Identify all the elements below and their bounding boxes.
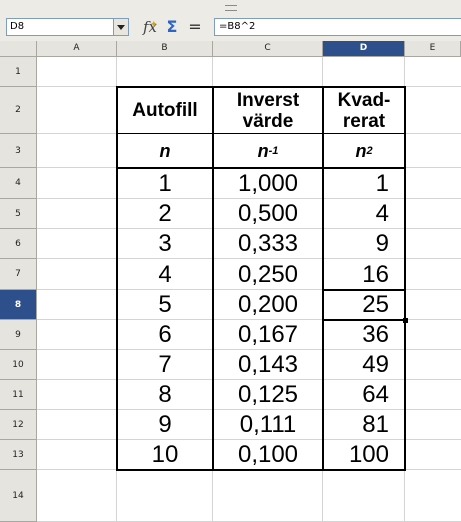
data-cell-inverse[interactable]: 0,100 — [213, 440, 323, 470]
data-cell-inverse[interactable]: 0,143 — [213, 350, 323, 380]
data-cell-square[interactable]: 64 — [323, 380, 405, 410]
row-header-1[interactable]: 1 — [0, 57, 37, 87]
data-cell-inverse[interactable]: 1,000 — [213, 168, 323, 199]
header-squared-line2: rerat — [342, 110, 386, 132]
row-header-14[interactable]: 14 — [0, 470, 37, 522]
data-cell-inverse[interactable]: 0,167 — [213, 320, 323, 350]
subheader-n[interactable]: n — [117, 134, 213, 168]
row-header-10[interactable]: 10 — [0, 350, 37, 380]
data-cell-n[interactable]: 5 — [117, 290, 213, 320]
header-inverse-value-line2: värde — [242, 110, 294, 132]
header-autofill-label: Autofill — [132, 100, 198, 121]
data-cell-square[interactable]: 81 — [323, 410, 405, 440]
formula-input[interactable]: =B8^2 — [214, 18, 461, 36]
row-header-5[interactable]: 5 — [0, 199, 37, 229]
row-header-3[interactable]: 3 — [0, 134, 37, 168]
data-cell-n[interactable]: 9 — [117, 410, 213, 440]
header-squared[interactable]: Kvad-rerat — [323, 87, 405, 134]
row-header-9[interactable]: 9 — [0, 320, 37, 350]
column-header-c[interactable]: C — [213, 41, 323, 57]
data-cell-inverse[interactable]: 0,500 — [213, 199, 323, 229]
row-header-8[interactable]: 8 — [0, 290, 37, 320]
column-header-d[interactable]: D — [323, 41, 405, 57]
header-squared-line1: Kvad- — [337, 89, 391, 111]
data-cell-square[interactable]: 100 — [323, 440, 405, 470]
data-cell-n[interactable]: 10 — [117, 440, 213, 470]
column-header-a[interactable]: A — [37, 41, 117, 57]
data-cell-square[interactable]: 36 — [323, 320, 405, 350]
fill-handle[interactable] — [403, 318, 408, 323]
data-cell-square[interactable]: 49 — [323, 350, 405, 380]
subheader-n-squared-base: n — [355, 140, 367, 161]
data-cell-n[interactable]: 6 — [117, 320, 213, 350]
row-header-6[interactable]: 6 — [0, 229, 37, 259]
active-cell-selection[interactable] — [322, 289, 406, 321]
toolbar-grip-icon[interactable] — [225, 5, 237, 11]
top-toolbar-strip — [0, 0, 461, 14]
spreadsheet-grid[interactable]: A B C D E 1 2 3 4 5 6 7 8 9 10 11 12 13 14 Autofill Inverst v… — [0, 41, 461, 522]
row-header-12[interactable]: 12 — [0, 410, 37, 440]
data-cell-inverse[interactable]: 0,333 — [213, 229, 323, 259]
column-header-b[interactable]: B — [117, 41, 213, 57]
header-inverse-value[interactable]: Inverst värde — [213, 87, 323, 134]
subheader-n-label: n — [159, 140, 171, 161]
row-header-11[interactable]: 11 — [0, 380, 37, 410]
equals-icon[interactable]: = — [186, 17, 204, 37]
header-inverse-value-line1: Inverst — [236, 89, 300, 111]
row-header-7[interactable]: 7 — [0, 259, 37, 290]
column-header-e[interactable]: E — [405, 41, 461, 57]
data-cell-inverse[interactable]: 0,250 — [213, 259, 323, 290]
header-autofill[interactable]: Autofill — [117, 87, 213, 134]
data-cell-square[interactable]: 4 — [323, 199, 405, 229]
data-cell-inverse[interactable]: 0,111 — [213, 410, 323, 440]
data-cell-n[interactable]: 7 — [117, 350, 213, 380]
data-cell-n[interactable]: 1 — [117, 168, 213, 199]
data-cell-square[interactable]: 16 — [323, 259, 405, 290]
data-cell-inverse[interactable]: 0,200 — [213, 290, 323, 320]
data-cell-n[interactable]: 2 — [117, 199, 213, 229]
select-all-corner[interactable] — [0, 41, 37, 57]
row-header-4[interactable]: 4 — [0, 168, 37, 199]
data-cell-inverse[interactable]: 0,125 — [213, 380, 323, 410]
data-cell-square[interactable]: 9 — [323, 229, 405, 259]
function-wizard-icon[interactable]: fx ✦ — [141, 17, 159, 37]
subheader-n-inverse[interactable]: n -1 — [213, 134, 323, 168]
sum-icon[interactable]: Σ — [163, 17, 181, 37]
data-cell-n[interactable]: 3 — [117, 229, 213, 259]
name-box-dropdown-icon[interactable] — [114, 18, 129, 36]
data-cell-n[interactable]: 8 — [117, 380, 213, 410]
row-header-13[interactable]: 13 — [0, 440, 37, 470]
formula-bar: D8 fx ✦ Σ = =B8^2 — [0, 14, 461, 42]
data-cell-n[interactable]: 4 — [117, 259, 213, 290]
data-cell-square[interactable]: 1 — [323, 168, 405, 199]
subheader-n-inverse-base: n — [257, 140, 269, 161]
name-box[interactable]: D8 — [6, 18, 114, 36]
subheader-n-squared[interactable]: n2 — [323, 134, 405, 168]
row-header-2[interactable]: 2 — [0, 87, 37, 134]
